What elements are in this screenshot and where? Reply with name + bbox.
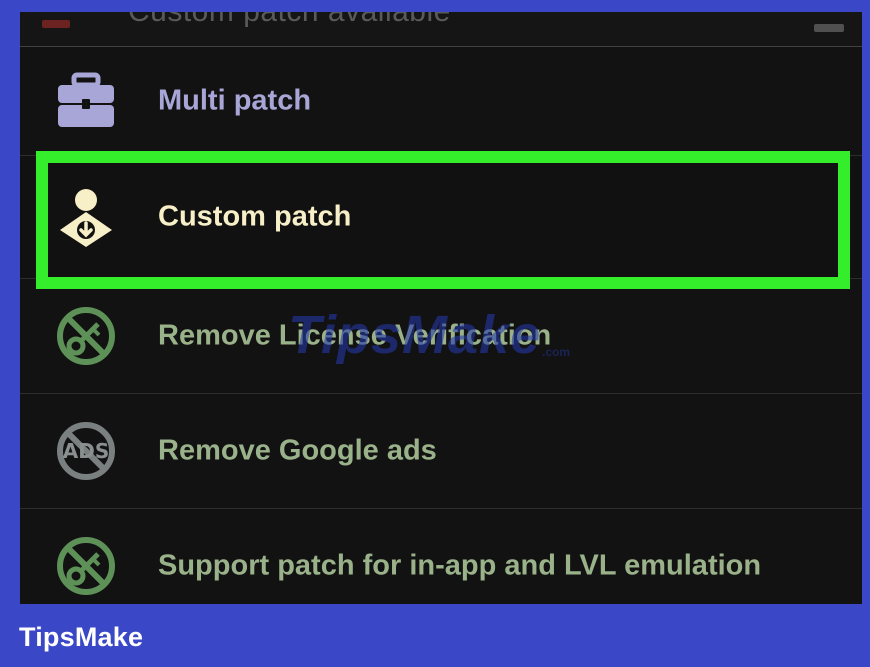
partial-top-menu-item[interactable]: Custom patch available: [20, 12, 862, 47]
menu-item-multi-patch[interactable]: Multi patch: [20, 47, 862, 156]
no-key-icon: [56, 306, 116, 366]
menu-item-label: Multi patch: [158, 84, 312, 117]
partial-icon: [42, 20, 70, 28]
menu-item-remove-google-ads[interactable]: ADS Remove Google ads: [20, 394, 862, 509]
no-key-icon: [56, 536, 116, 596]
watermark-domain: .com: [542, 345, 571, 359]
footer-brand: TipsMake: [19, 622, 144, 652]
menu-item-support-patch[interactable]: Support patch for in-app and LVL emulati…: [20, 509, 862, 604]
partial-top-label: Custom patch available: [128, 12, 451, 29]
partial-right-indicator: [814, 24, 844, 32]
menu-item-custom-patch[interactable]: Custom patch: [20, 156, 862, 279]
watermark-logo: TipsMake: [288, 305, 542, 365]
briefcase-icon: [56, 71, 116, 131]
menu-item-label: Remove Google ads: [158, 434, 437, 467]
svg-text:ADS: ADS: [63, 439, 109, 463]
no-ads-icon: ADS: [56, 421, 116, 481]
menu-item-label: Support patch for in-app and LVL emulati…: [158, 549, 762, 582]
user-download-icon: [56, 187, 116, 247]
footer-bar: TipsMake: [0, 604, 870, 667]
app-screen: Custom patch available Multi patch: [20, 12, 862, 604]
menu-item-label: Custom patch: [158, 200, 352, 233]
